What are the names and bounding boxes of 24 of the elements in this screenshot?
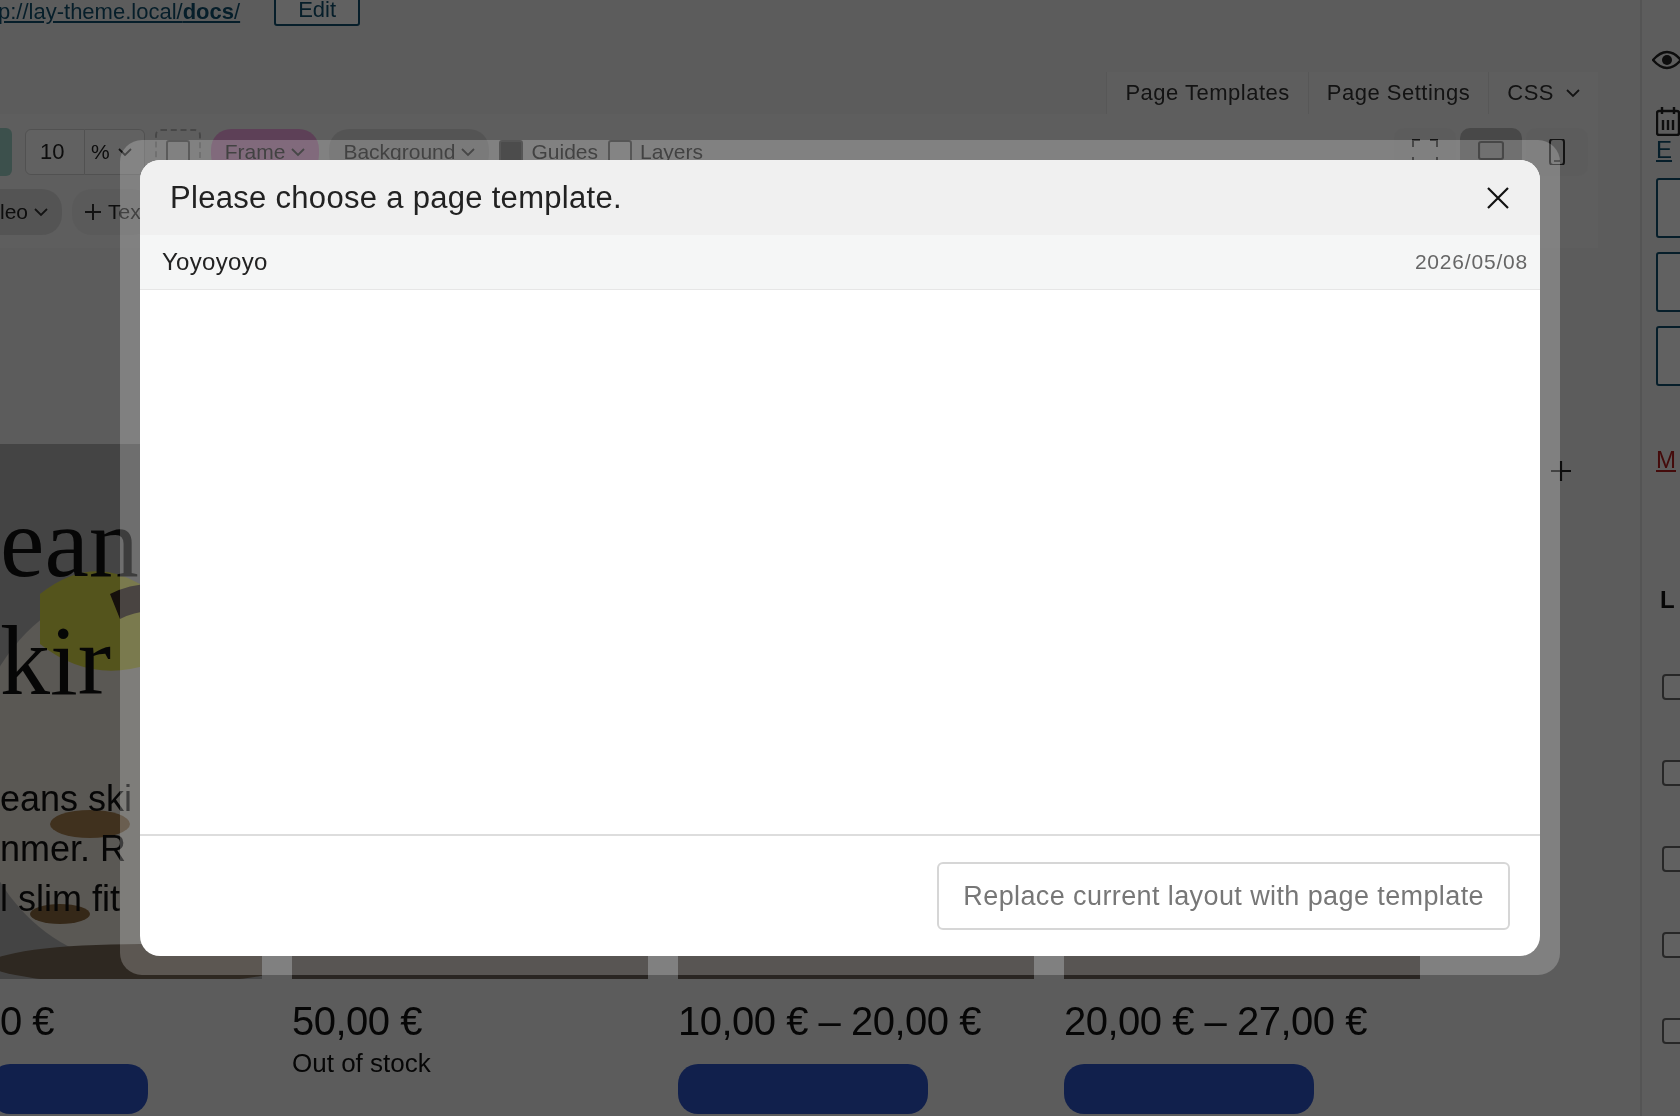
template-date: 2026/05/08	[1414, 250, 1528, 274]
panel-title: L	[1660, 586, 1675, 614]
body-text: eans ski	[0, 777, 133, 821]
checkbox-label[interactable]: Guides	[531, 140, 598, 164]
price-text: 0 €	[0, 999, 55, 1044]
stock-status: Out of stock	[292, 1048, 432, 1079]
remove-link[interactable]: M	[1656, 446, 1676, 474]
price-text: 20,00 € – 27,00 €	[1064, 999, 1367, 1044]
template-name: Yoyoyoyo	[162, 248, 268, 276]
dropdown-button[interactable]: leo	[0, 189, 63, 235]
body-text: nmer. R	[0, 827, 127, 871]
template-row[interactable]: Yoyoyoyo 2026/05/08	[140, 235, 1540, 290]
edit-button[interactable]: Edit	[274, 0, 361, 26]
replace-layout-button[interactable]: Replace current layout with page template	[937, 862, 1510, 930]
sidebar-link[interactable]: E	[1656, 136, 1672, 164]
price-text: 10,00 € – 20,00 €	[678, 999, 981, 1044]
heading-text: kir	[0, 604, 112, 718]
price-text: 50,00 €	[292, 999, 422, 1044]
page-link[interactable]: p://lay-theme.local/docs/	[0, 0, 241, 24]
unit-dropdown[interactable]: %	[85, 129, 145, 175]
checkbox-label[interactable]: Layers	[640, 140, 704, 164]
heading-text: ean	[0, 486, 139, 600]
number-field[interactable]: 10	[25, 129, 85, 175]
dialog-title: Please choose a page template.	[170, 179, 622, 216]
